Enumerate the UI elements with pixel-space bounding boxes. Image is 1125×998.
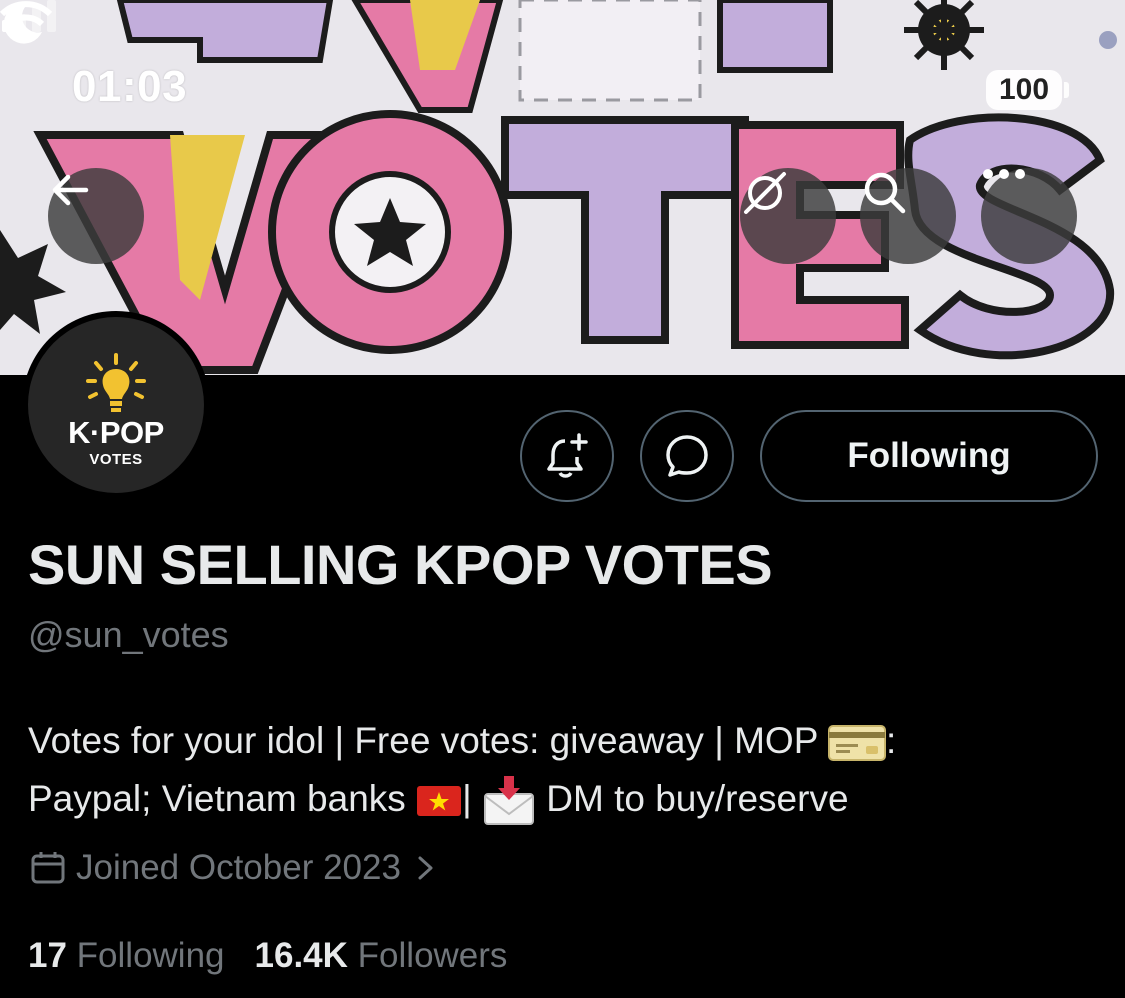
avatar-brand-text: K·POP bbox=[68, 415, 164, 450]
incoming-envelope-emoji-icon bbox=[483, 776, 534, 826]
bell-plus-icon bbox=[547, 433, 588, 478]
message-button[interactable] bbox=[640, 410, 734, 502]
bio-text: | bbox=[462, 778, 482, 819]
following-button[interactable]: Following bbox=[760, 410, 1098, 502]
credit-card-emoji-icon bbox=[828, 725, 886, 762]
bio-text: DM to buy/reserve bbox=[535, 778, 849, 819]
profile-avatar[interactable]: K·POP VOTES bbox=[22, 311, 210, 499]
vietnam-flag-emoji-icon bbox=[417, 786, 462, 817]
joined-date[interactable]: Joined October 2023 bbox=[30, 848, 437, 888]
display-name: SUN SELLING KPOP VOTES bbox=[28, 533, 773, 596]
bio-text: : bbox=[886, 720, 897, 761]
grok-button[interactable] bbox=[740, 168, 836, 264]
light-bulb-icon bbox=[86, 353, 146, 412]
joined-text: Joined October 2023 bbox=[76, 848, 401, 887]
arrow-left-icon bbox=[52, 174, 89, 206]
following-count: 17 bbox=[28, 936, 67, 975]
bio-text: Paypal; Vietnam banks bbox=[28, 778, 417, 819]
avatar-sub-text: VOTES bbox=[89, 451, 143, 468]
more-button[interactable] bbox=[981, 168, 1077, 264]
following-label: Following bbox=[76, 936, 225, 975]
following-stat[interactable]: 17 Following bbox=[28, 936, 225, 975]
chevron-right-icon bbox=[418, 856, 433, 880]
bio-text: Votes for your idol | Free votes: giveaw… bbox=[28, 720, 828, 761]
followers-stat[interactable]: 16.4K Followers bbox=[255, 936, 508, 975]
followers-label: Followers bbox=[357, 936, 508, 975]
search-button[interactable] bbox=[860, 168, 956, 264]
message-bubble-icon bbox=[666, 435, 708, 477]
profile-bio: Votes for your idol | Free votes: giveaw… bbox=[28, 712, 1098, 828]
followers-count: 16.4K bbox=[254, 936, 348, 975]
calendar-icon bbox=[31, 852, 65, 884]
banner-artwork bbox=[0, 0, 1117, 374]
user-handle: @sun_votes bbox=[28, 614, 229, 655]
follow-stats: 17 Following 16.4K Followers bbox=[28, 936, 507, 976]
search-icon bbox=[864, 172, 906, 214]
grok-icon bbox=[744, 172, 786, 214]
battery-tip bbox=[1064, 82, 1069, 98]
wifi-icon bbox=[0, 1, 52, 42]
more-horizontal-icon bbox=[983, 169, 1025, 179]
notifications-button[interactable] bbox=[520, 410, 614, 502]
status-time: 01:03 bbox=[72, 62, 188, 111]
back-button[interactable] bbox=[48, 168, 144, 264]
battery-level: 100 bbox=[986, 70, 1062, 110]
avatar-logo: K·POP VOTES bbox=[28, 317, 204, 493]
profile-banner[interactable]: 01:03 100 bbox=[0, 0, 1125, 375]
